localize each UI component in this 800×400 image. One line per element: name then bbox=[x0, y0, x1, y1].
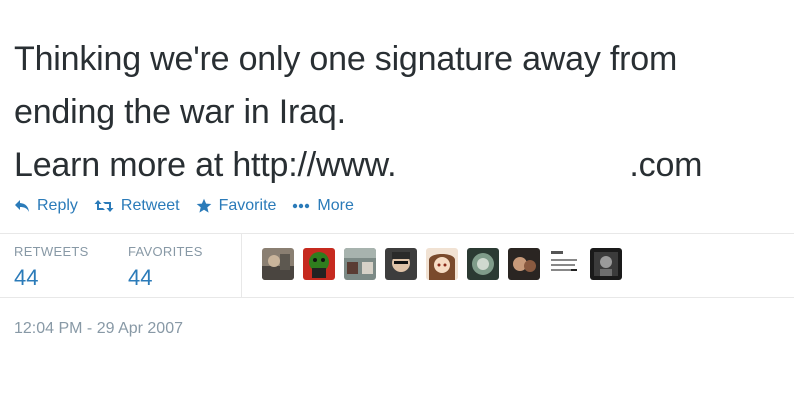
favoriter-avatar-4[interactable] bbox=[385, 248, 417, 280]
tweet-detail: Thinking we're only one signature away f… bbox=[0, 0, 800, 400]
retweets-stat-label: RETWEETS bbox=[14, 244, 89, 259]
more-label: More bbox=[317, 197, 354, 214]
tweet-url-suffix[interactable]: .com bbox=[629, 146, 702, 184]
tweet-timestamp[interactable]: 12:04 PM - 29 Apr 2007 bbox=[14, 320, 183, 338]
favoriter-avatar-1[interactable] bbox=[262, 248, 294, 280]
favoriter-avatar-3[interactable] bbox=[344, 248, 376, 280]
star-icon bbox=[196, 198, 211, 213]
favoriter-avatar-5[interactable] bbox=[426, 248, 458, 280]
favoriter-avatar-9[interactable] bbox=[590, 248, 622, 280]
favorite-button[interactable]: Favorite bbox=[196, 197, 277, 215]
favoriters-avatar-row bbox=[262, 248, 631, 280]
stats-divider-top bbox=[0, 233, 794, 234]
tweet-text-line-2: ending the war in Iraq. bbox=[14, 93, 346, 131]
retweets-stat-count: 44 bbox=[14, 265, 39, 290]
retweets-stat[interactable]: RETWEETS 44 bbox=[14, 244, 89, 291]
tweet-text-learn-more: Learn more at http://www. bbox=[14, 146, 397, 184]
tweet-text-line-1: Thinking we're only one signature away f… bbox=[14, 40, 678, 78]
favorites-stat-label: FAVORITES bbox=[128, 244, 203, 259]
reply-button[interactable]: Reply bbox=[14, 197, 78, 215]
more-dots-icon bbox=[293, 203, 310, 209]
favoriter-avatar-6[interactable] bbox=[467, 248, 499, 280]
favoriter-avatar-2[interactable] bbox=[303, 248, 335, 280]
stats-divider-vertical bbox=[241, 234, 242, 297]
more-button[interactable]: More bbox=[292, 197, 354, 215]
tweet-text-line-3: Learn more at http://www. .com bbox=[14, 139, 794, 192]
favorites-stat[interactable]: FAVORITES 44 bbox=[128, 244, 203, 291]
favorites-stat-count: 44 bbox=[128, 265, 153, 290]
stats-divider-bottom bbox=[0, 297, 794, 298]
tweet-text: Thinking we're only one signature away f… bbox=[14, 33, 794, 192]
reply-icon bbox=[15, 200, 29, 212]
retweet-label: Retweet bbox=[120, 197, 180, 214]
favoriter-avatar-8[interactable] bbox=[549, 248, 581, 280]
favoriter-avatar-7[interactable] bbox=[508, 248, 540, 280]
reply-label: Reply bbox=[37, 197, 78, 214]
favorite-label: Favorite bbox=[218, 197, 277, 214]
tweet-actions: Reply Retweet Favorite More bbox=[14, 196, 370, 216]
retweet-button[interactable]: Retweet bbox=[94, 197, 180, 215]
retweet-icon bbox=[94, 200, 114, 212]
